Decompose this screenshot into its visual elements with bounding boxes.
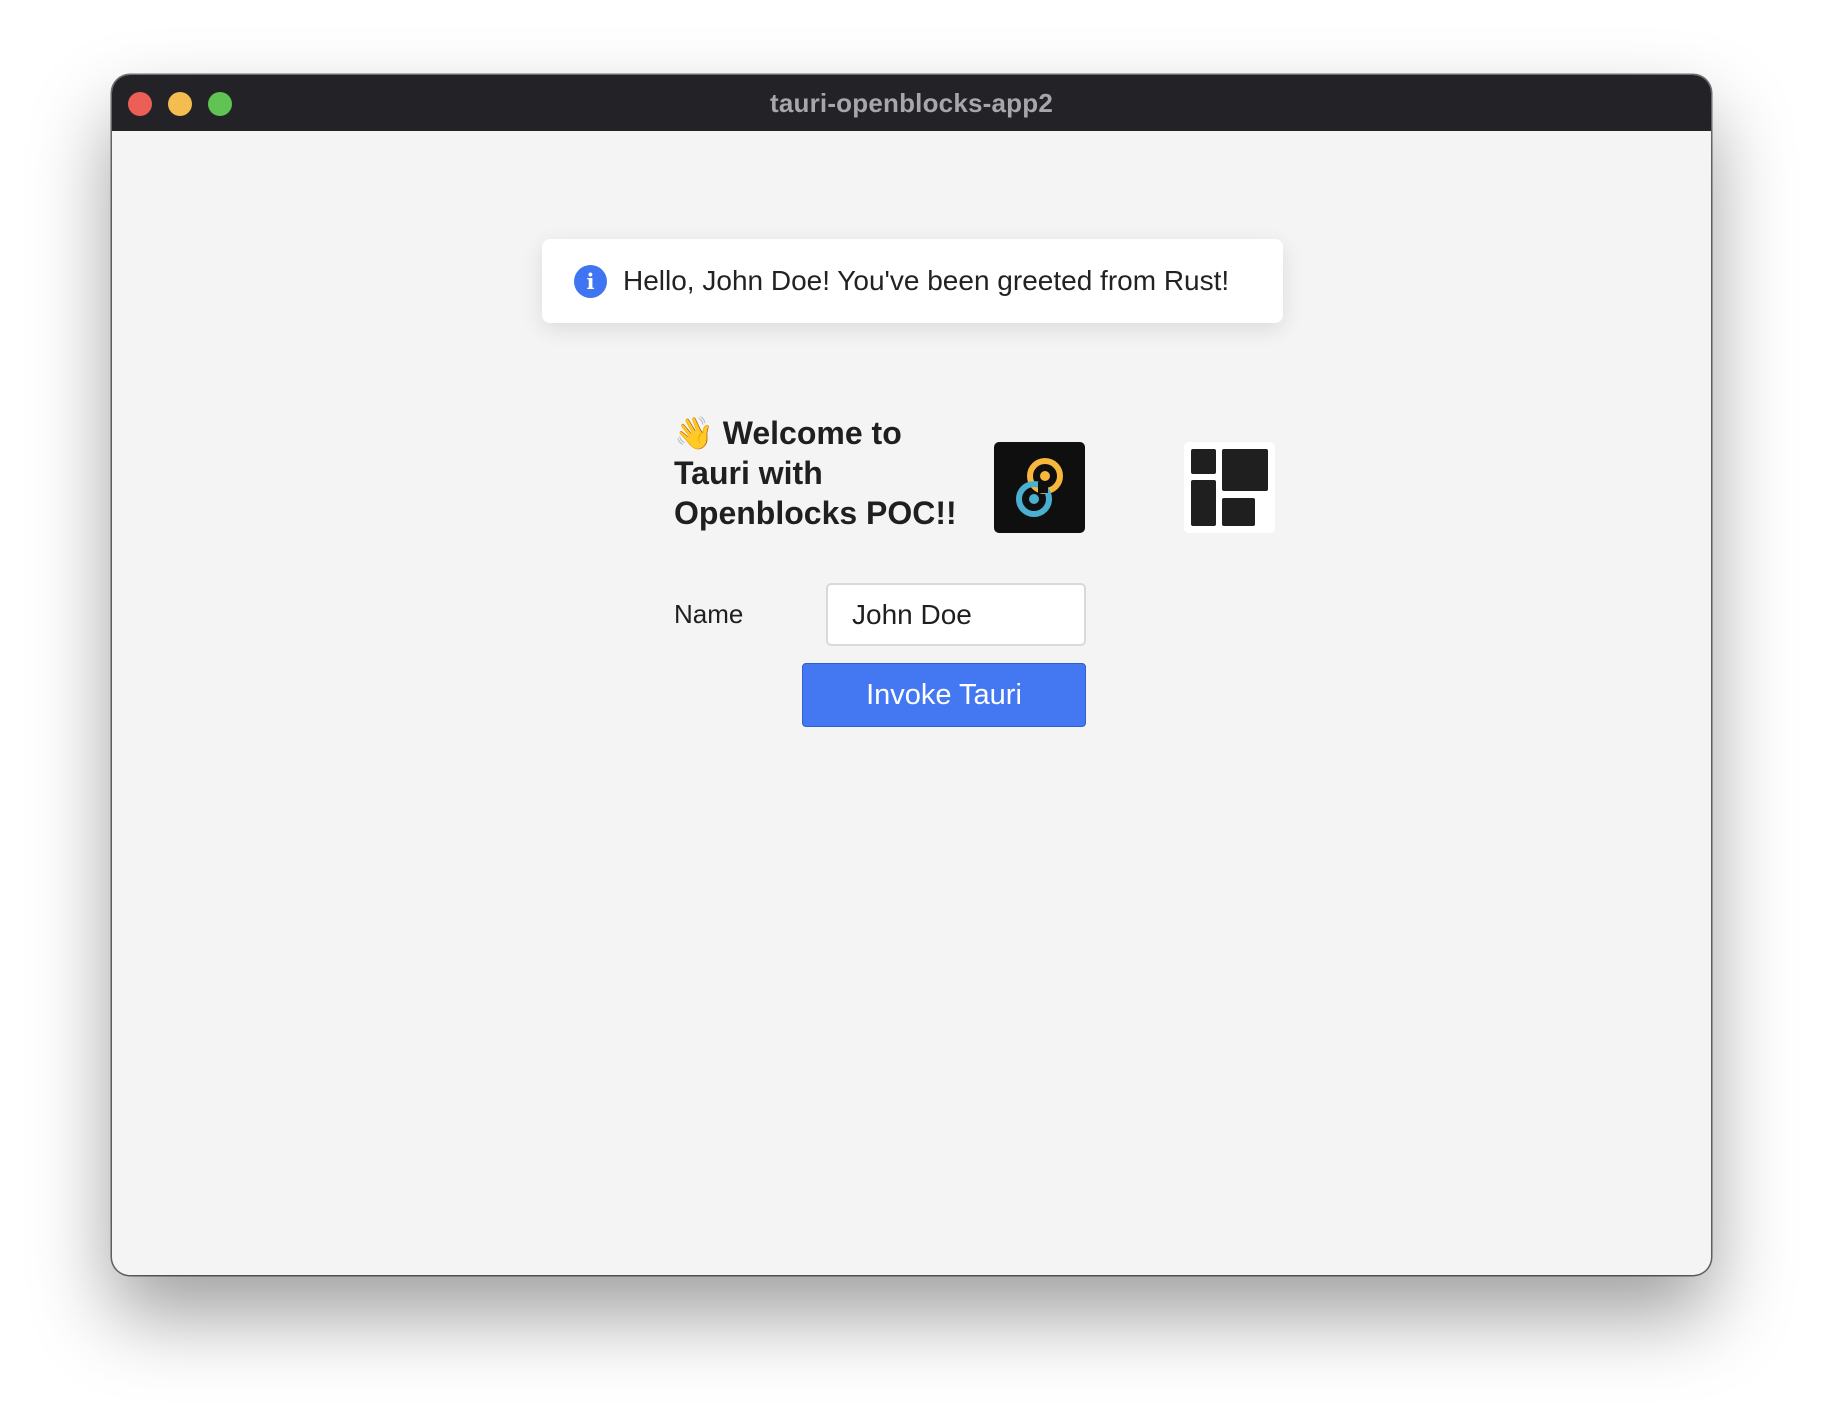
invoke-tauri-button[interactable]: Invoke Tauri (802, 663, 1086, 727)
greeting-notification: i Hello, John Doe! You've been greeted f… (542, 239, 1283, 323)
info-icon: i (574, 264, 607, 298)
window-title: tauri-openblocks-app2 (769, 87, 1053, 118)
notification-message: Hello, John Doe! You've been greeted fro… (623, 265, 1230, 296)
welcome-heading: 👋 Welcome to Tauri with Openblocks POC!! (674, 413, 974, 533)
name-label: Name (674, 599, 744, 629)
close-window-button[interactable] (128, 92, 152, 116)
title-bar[interactable]: tauri-openblocks-app2 (112, 75, 1711, 131)
tauri-logo-icon (1016, 458, 1063, 517)
app-window: tauri-openblocks-app2 i Hello, John Doe!… (112, 75, 1711, 1275)
tauri-logo (994, 442, 1085, 533)
app-content: i Hello, John Doe! You've been greeted f… (112, 131, 1711, 1275)
minimize-window-button[interactable] (168, 92, 192, 116)
openblocks-logo-icon (1191, 449, 1268, 526)
openblocks-logo (1184, 442, 1275, 533)
maximize-window-button[interactable] (208, 92, 232, 116)
welcome-heading-text: Welcome to Tauri with Openblocks POC!! (674, 415, 957, 531)
waving-hand-icon: 👋 (674, 414, 714, 452)
name-input[interactable] (826, 583, 1086, 646)
